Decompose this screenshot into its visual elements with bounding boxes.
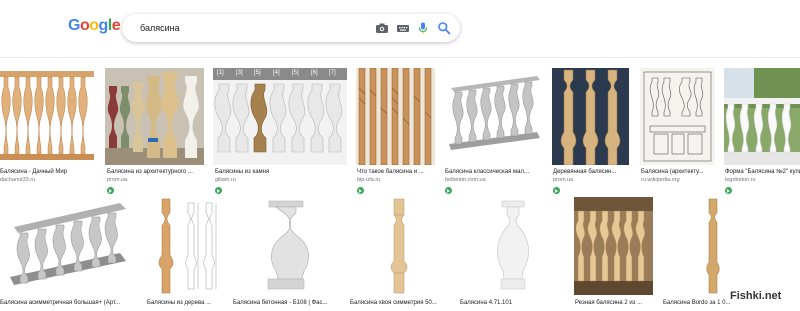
result-caption[interactable]: Балясина из архитектурного ... xyxy=(107,168,205,176)
result-image[interactable] xyxy=(445,68,544,165)
result-source: belbeton.com.ua xyxy=(445,177,486,183)
result-caption[interactable]: Балясина бетонная - Б108 | Фас... xyxy=(233,299,341,307)
keyboard-icon[interactable] xyxy=(396,21,410,35)
result-source: prom.ua xyxy=(107,177,128,183)
result-image[interactable] xyxy=(0,197,136,295)
result-image[interactable] xyxy=(105,68,204,165)
result-image[interactable] xyxy=(574,197,653,295)
result-image[interactable] xyxy=(349,197,449,295)
result-image[interactable] xyxy=(356,68,435,165)
product-badge-icon xyxy=(357,187,364,194)
tile-label: [5] xyxy=(254,70,261,76)
result-caption[interactable]: Балясина - Дачный Мир xyxy=(0,168,96,176)
product-badge-icon xyxy=(553,187,560,194)
logo-letter: e xyxy=(111,17,121,34)
result-source: bip-ufa.ru xyxy=(357,177,381,183)
tile-label: [5] xyxy=(292,70,299,76)
result-image[interactable] xyxy=(724,68,800,165)
result-image[interactable] xyxy=(146,197,226,295)
camera-icon[interactable] xyxy=(375,21,389,35)
search-box xyxy=(122,14,460,42)
tile-label: [7] xyxy=(329,70,336,76)
result-caption[interactable]: Балясина классическая мал... xyxy=(445,168,545,176)
tile-label: [6] xyxy=(311,70,318,76)
result-source: dachamir33.ru xyxy=(0,177,36,183)
logo-letter: g xyxy=(98,17,109,34)
tile-label: [1] xyxy=(217,70,224,76)
product-badge-icon xyxy=(215,187,222,194)
result-caption[interactable]: Что такое балясина и ... xyxy=(357,168,435,176)
result-image[interactable]: [1] [3] [5] [4] [5] [6] [7] xyxy=(213,68,347,165)
result-caption[interactable]: Балясина хвоя симметрия 50... xyxy=(350,299,450,307)
result-caption[interactable]: Балясина 4.71.101 xyxy=(460,299,566,307)
result-caption[interactable]: Балясины из камня xyxy=(215,168,347,176)
logo-letter: o xyxy=(89,17,99,34)
result-caption[interactable]: Форма "Балясина №2" купить ... xyxy=(725,168,800,176)
result-image[interactable] xyxy=(459,197,566,295)
result-image[interactable] xyxy=(552,68,629,165)
result-caption[interactable]: Балясина (архитекту... xyxy=(641,168,716,176)
google-logo[interactable]: Google xyxy=(68,16,121,36)
watermark: Fishki.net xyxy=(730,290,782,302)
microphone-icon[interactable] xyxy=(416,21,430,35)
result-image[interactable] xyxy=(0,68,94,165)
result-source: ru.wikipedia.org xyxy=(641,177,680,183)
result-image[interactable] xyxy=(232,197,340,295)
result-caption[interactable]: Балясина асимметричная большая+ (Арт... xyxy=(0,299,138,307)
search-input[interactable] xyxy=(140,20,360,36)
result-caption[interactable]: Балясина Bordo за 1 0... xyxy=(663,299,733,307)
product-badge-icon xyxy=(725,187,732,194)
result-caption[interactable]: Деревянная балясин... xyxy=(553,168,631,176)
logo-letter: G xyxy=(68,17,80,34)
tile-label: [4] xyxy=(273,70,280,76)
tile-label: [3] xyxy=(236,70,243,76)
search-icon[interactable] xyxy=(437,21,451,35)
logo-letter: o xyxy=(79,17,90,34)
result-caption[interactable]: Балясины из дерева ... xyxy=(147,299,227,307)
product-badge-icon xyxy=(445,187,452,194)
header-bar: Google xyxy=(0,0,800,58)
result-caption[interactable]: Резная балясина 2 из ... xyxy=(575,299,654,307)
result-image[interactable] xyxy=(640,68,715,165)
product-badge-icon xyxy=(107,187,114,194)
result-image[interactable] xyxy=(662,197,764,295)
result-source: legobeton.ru xyxy=(725,177,756,183)
result-source: prom.ua xyxy=(553,177,574,183)
result-source: giliam.ru xyxy=(215,177,236,183)
